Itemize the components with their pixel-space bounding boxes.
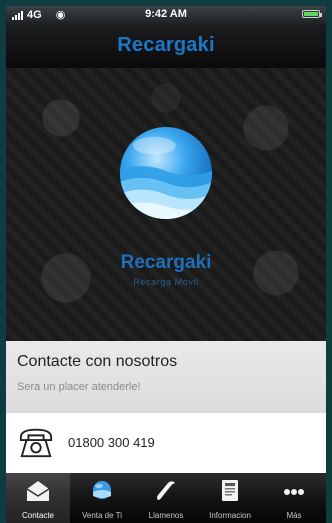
tab-label: Informacion <box>209 511 251 520</box>
navigation-bar: Recargaki <box>6 24 326 69</box>
tab-contacte[interactable]: Contacte <box>6 473 70 523</box>
app-logo-icon <box>119 126 213 220</box>
tab-label: Más <box>286 511 302 520</box>
phone-row[interactable]: 01800 300 419 <box>6 413 326 474</box>
document-icon <box>222 480 238 501</box>
phone-number: 01800 300 419 <box>68 435 155 450</box>
tab-bar: Contacte Venta de Ti Llamenos Informacio… <box>6 473 326 523</box>
more-icon <box>284 489 304 495</box>
battery-icon <box>302 10 322 18</box>
tab-venta[interactable]: Venta de Ti <box>70 473 134 523</box>
brand-name: Recargaki <box>120 252 212 273</box>
tab-mas[interactable]: Más <box>262 473 326 523</box>
status-time: 9:42 AM <box>145 8 187 20</box>
status-bar: 4G ◉ 9:42 AM <box>6 6 326 24</box>
tab-label: Venta de Ti <box>81 511 123 520</box>
telephone-icon <box>19 428 53 458</box>
phone-screen: 4G ◉ 9:42 AM Recargaki Recargaki Recarga… <box>6 6 326 523</box>
hero-banner: Recargaki Recarga Móvil <box>6 68 326 341</box>
contact-panel: Contacte con nosotros Sera un placer ate… <box>6 341 326 414</box>
tab-llamenos[interactable]: Llamenos <box>134 473 198 523</box>
tab-label: Contacte <box>21 511 55 520</box>
tab-label: Llamenos <box>148 511 184 520</box>
globe-icon <box>93 481 111 499</box>
brand-tagline: Recarga Móvil <box>133 277 199 287</box>
contact-subtitle: Sera un placer atenderle! <box>17 381 141 393</box>
page-title: Recargaki <box>117 34 215 56</box>
envelope-icon <box>26 481 50 501</box>
tab-informacion[interactable]: Informacion <box>198 473 262 523</box>
phone-handset-icon <box>157 481 175 500</box>
contact-heading: Contacte con nosotros <box>17 353 178 370</box>
